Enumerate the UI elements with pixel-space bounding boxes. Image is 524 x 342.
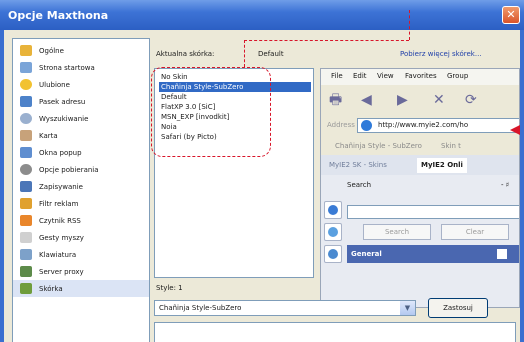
preview-address-bar: Address http://www.myie2.com/ho — [321, 115, 519, 137]
current-skin-value: Default — [258, 50, 284, 58]
preview-refresh-icon: ⟳ — [465, 92, 477, 108]
annotation-line-vertical — [409, 10, 410, 40]
keyboard-icon — [20, 249, 32, 260]
preview-print-icon: 🖶 — [329, 92, 343, 108]
category-item[interactable]: Czytnik RSS — [13, 212, 149, 229]
tab-icon — [20, 130, 32, 141]
home-icon — [20, 62, 32, 73]
download-skins-link[interactable]: Pobierz więcej skórek... — [400, 50, 482, 58]
style-label: Style: 1 — [156, 284, 183, 292]
chevron-down-icon[interactable]: ▼ — [400, 301, 415, 315]
preview-group-header: General — [347, 245, 519, 263]
annotation-line-horizontal — [244, 40, 409, 41]
preview-search-pin: - ♯ — [501, 181, 510, 189]
category-item[interactable]: Klawiatura — [13, 246, 149, 263]
proxy-icon — [20, 266, 32, 277]
category-item-selected[interactable]: Skórka — [13, 280, 149, 297]
preview-stop-icon: ✕ — [433, 92, 445, 108]
search-icon — [20, 113, 32, 124]
category-item[interactable]: Opcje pobierania — [13, 161, 149, 178]
preview-link: Chañinja Style - SubZero — [335, 142, 422, 150]
category-item[interactable]: Ogólne — [13, 42, 149, 59]
preview-search-pane: Search - ♯ Search Clear General — [321, 175, 519, 307]
preview-back-icon: ◀ — [361, 92, 372, 108]
preview-group-checkbox — [497, 249, 507, 259]
preview-tab-bar: MyIE2 SK - Skins MyIE2 Onli — [321, 155, 519, 175]
apply-button[interactable]: Zastosuj — [428, 298, 488, 318]
category-list[interactable]: Ogólne Strona startowa Ulubione Pasek ad… — [12, 38, 150, 342]
preview-tab-active: MyIE2 Onli — [417, 158, 467, 173]
close-button[interactable]: ✕ — [502, 6, 520, 24]
preview-address-label: Address — [327, 121, 355, 129]
star-icon — [20, 79, 32, 90]
category-item[interactable]: Strona startowa — [13, 59, 149, 76]
dialog-client-area: Ogólne Strona startowa Ulubione Pasek ad… — [4, 10, 520, 342]
category-item[interactable]: Ulubione — [13, 76, 149, 93]
annotation-line-connector — [244, 40, 245, 67]
style-select[interactable]: Chañinja Style-SubZero ▼ — [154, 300, 416, 316]
gear-icon — [20, 164, 32, 175]
preview-menu-favorites: Favorites — [405, 72, 437, 80]
popup-icon — [20, 147, 32, 158]
category-item[interactable]: Wyszukiwanie — [13, 110, 149, 127]
filter-icon — [20, 198, 32, 209]
rss-icon — [20, 215, 32, 226]
general-icon — [20, 45, 32, 56]
preview-group-label: General — [351, 250, 382, 258]
preview-search-button: Search — [363, 224, 431, 240]
skin-preview: File Edit View Favorites Group 🖶 ◀ ▶ ✕ ⟳… — [320, 68, 520, 308]
preview-side-tool — [324, 245, 342, 263]
preview-search-input — [347, 205, 519, 219]
category-item[interactable]: Zapisywanie — [13, 178, 149, 195]
preview-side-tool — [324, 223, 342, 241]
save-icon — [20, 181, 32, 192]
preview-links-bar: Chañinja Style - SubZero Skin t — [321, 137, 519, 155]
category-item[interactable]: Filtr reklam — [13, 195, 149, 212]
preview-link: Skin t — [441, 142, 461, 150]
style-select-value: Chañinja Style-SubZero — [159, 304, 242, 312]
mouse-icon — [20, 232, 32, 243]
preview-tab: MyIE2 SK - Skins — [329, 161, 387, 169]
skin-icon — [20, 283, 32, 294]
category-item[interactable]: Gesty myszy — [13, 229, 149, 246]
preview-search-label: Search — [347, 181, 372, 189]
current-skin-label: Aktualna skórka: — [156, 50, 215, 58]
title-bar[interactable]: Opcje Maxthona ✕ — [0, 0, 524, 30]
options-window: Opcje Maxthona ✕ Ogólne Strona startowa … — [0, 0, 524, 342]
address-bar-icon — [20, 96, 32, 107]
preview-menu-bar: File Edit View Favorites Group — [321, 69, 519, 85]
preview-menu-view: View — [377, 72, 394, 80]
preview-menu-group: Group — [447, 72, 469, 80]
preview-address-field: http://www.myie2.com/ho — [357, 118, 519, 133]
category-item[interactable]: Pasek adresu — [13, 93, 149, 110]
preview-forward-icon: ▶ — [397, 92, 408, 108]
category-item[interactable]: Okna popup — [13, 144, 149, 161]
preview-menu-edit: Edit — [353, 72, 367, 80]
annotation-arrow — [510, 125, 520, 135]
window-title: Opcje Maxthona — [8, 9, 109, 22]
preview-menu-file: File — [331, 72, 343, 80]
annotation-dashed-box — [151, 67, 271, 157]
category-item[interactable]: Server proxy — [13, 263, 149, 280]
preview-side-tool — [324, 201, 342, 219]
preview-clear-button: Clear — [441, 224, 509, 240]
preview-nav-bar: 🖶 ◀ ▶ ✕ ⟳ — [321, 85, 519, 115]
ie-icon — [361, 120, 372, 131]
category-item[interactable]: Karta — [13, 127, 149, 144]
bottom-panel — [154, 322, 516, 342]
preview-address-value: http://www.myie2.com/ho — [378, 121, 469, 129]
